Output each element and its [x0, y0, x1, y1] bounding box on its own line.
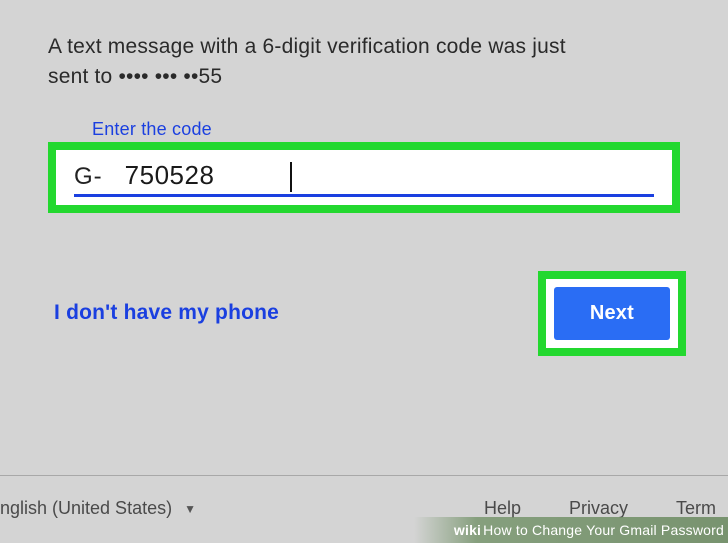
footer-links: Help Privacy Term — [484, 498, 716, 519]
instruction-text: A text message with a 6-digit verificati… — [48, 32, 680, 93]
code-prefix: G- — [74, 163, 103, 191]
code-input-highlight: G- — [48, 142, 680, 213]
actions-row: I don't have my phone Next — [48, 271, 680, 356]
instruction-line1: A text message with a 6-digit verificati… — [48, 35, 566, 58]
privacy-link[interactable]: Privacy — [569, 498, 628, 519]
terms-link[interactable]: Term — [676, 498, 716, 519]
chevron-down-icon: ▼ — [184, 502, 196, 516]
watermark-text: How to Change Your Gmail Password — [483, 522, 724, 538]
language-selector[interactable]: nglish (United States) ▼ — [0, 498, 196, 519]
verification-panel: A text message with a 6-digit verificati… — [0, 0, 728, 356]
input-underline — [74, 194, 654, 197]
help-link[interactable]: Help — [484, 498, 521, 519]
no-phone-link[interactable]: I don't have my phone — [54, 301, 279, 325]
wikihow-watermark: wiki How to Change Your Gmail Password — [414, 517, 728, 543]
language-label: nglish (United States) — [0, 498, 172, 519]
footer-bar: nglish (United States) ▼ Help Privacy Te… — [0, 475, 728, 519]
watermark-prefix: wiki — [454, 522, 481, 538]
code-input[interactable] — [125, 160, 654, 193]
instruction-line2: sent to •••• ••• ••55 — [48, 65, 222, 88]
code-field-wrap: Enter the code G- — [48, 119, 680, 213]
next-button-highlight: Next — [538, 271, 686, 356]
next-button[interactable]: Next — [554, 287, 670, 340]
code-field-label: Enter the code — [92, 119, 680, 140]
text-caret — [290, 162, 292, 192]
